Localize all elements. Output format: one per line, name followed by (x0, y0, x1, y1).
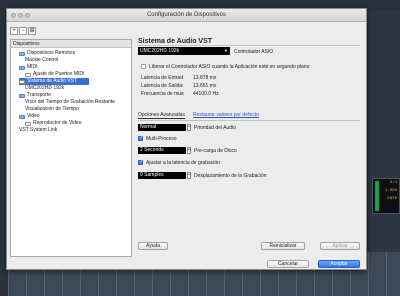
tree-item-label: Reproductor de Video (33, 120, 82, 126)
tree-item-label: Ajuste de Puertos MIDI (33, 71, 85, 77)
adjust-record-latency-label: Ajustar a la latencia de grabación (146, 160, 220, 166)
multiprocess-label: Multi-Proceso (146, 136, 177, 142)
device-tree-header: Dispositivos (11, 40, 131, 48)
document-icon (25, 72, 31, 77)
release-driver-label: Liberar el Controlador ASIO cuando la Ap… (149, 64, 310, 70)
shift-stepper[interactable]: ▴▾ (187, 172, 191, 179)
tree-item-label: MIDI (27, 64, 38, 70)
tree-item-label: Video (27, 113, 40, 119)
priority-stepper[interactable]: ▴▾ (187, 124, 191, 131)
output-latency-value: 13.651 ms (193, 83, 217, 89)
tree-item-label: UMC202HD 192k (25, 85, 65, 91)
output-latency-label: Latencia de Salida: (141, 83, 184, 89)
device-tree[interactable]: Dispositivos Dispositivos Remotos Mackie… (10, 39, 132, 257)
level-meter (375, 181, 379, 211)
help-button[interactable]: Ayuda (138, 242, 168, 250)
tree-item-mackie-control[interactable]: Mackie Control (25, 57, 58, 64)
chevron-down-icon: ▼ (224, 48, 228, 53)
add-device-button[interactable]: + (10, 27, 18, 35)
meter-label: ENTR (387, 197, 397, 201)
meter-position: 1.000 (384, 189, 397, 193)
divider (138, 45, 360, 46)
folder-icon (19, 51, 25, 56)
folder-icon (19, 65, 25, 70)
tree-item-vst-audio-system[interactable]: Sistema de Audio VST (19, 78, 89, 85)
tree-item-midi[interactable]: MIDI (19, 64, 38, 71)
disk-preload-select[interactable]: 2 Seconds (138, 147, 186, 154)
tree-item-umc202hd[interactable]: UMC202HD 192k (25, 85, 64, 92)
accept-button[interactable]: Aceptar (318, 260, 360, 268)
reset-button[interactable]: Reinicializar (261, 242, 305, 250)
cancel-button[interactable]: Cancelar (267, 260, 309, 268)
tree-item-label: Dispositivos Remotos (27, 50, 76, 56)
record-shift-input[interactable]: 0 Samples (138, 172, 186, 179)
tree-item-video-player[interactable]: Reproductor de Video (25, 120, 82, 127)
tab-advanced-options[interactable]: Opciones Avanzadas (138, 112, 185, 119)
panel-title: Sistema de Audio VST (138, 38, 213, 45)
adjust-record-latency-checkbox[interactable] (138, 159, 143, 165)
tree-item-transport[interactable]: Transporte (19, 92, 51, 99)
device-setup-dialog: Configuración de Dispositivos + − ⊞ Disp… (6, 8, 367, 270)
document-icon (25, 121, 31, 126)
tree-item-vst-system-link[interactable]: VST System Link (19, 127, 57, 134)
tree-item-label: Visor del Tiempo de Grabación Restante (25, 99, 115, 105)
apply-button[interactable]: Aplicar (320, 242, 360, 250)
tree-item-label: Mackie Control (25, 57, 59, 63)
tree-item-remote-devices[interactable]: Dispositivos Remotos (19, 50, 75, 57)
tree-item-label: VST System Link (19, 127, 58, 133)
meter-signature: 4/4 (389, 181, 397, 185)
tree-item-label: Sistema de Audio VST (27, 78, 78, 84)
multiprocess-checkbox[interactable] (138, 135, 143, 141)
remove-device-button[interactable]: − (19, 27, 27, 35)
asio-driver-select[interactable]: UMC202HD 192k ▼ (138, 47, 230, 55)
disk-preload-label: Pre-carga de Disco (194, 148, 237, 154)
folder-icon (19, 114, 25, 119)
sample-rate-label: Frecuencia de mue (141, 91, 184, 97)
sample-rate-value: 44100.0 Hz (193, 91, 219, 97)
document-icon (19, 79, 25, 84)
input-latency-label: Latencia de Entrad (141, 75, 183, 81)
input-latency-value: 13.878 ms (193, 75, 217, 81)
tree-item-midi-ports[interactable]: Ajuste de Puertos MIDI (25, 71, 84, 78)
audio-priority-label: Prioridad del Audio (194, 125, 236, 131)
asio-driver-label: Controlador ASIO (234, 49, 274, 55)
asio-driver-value: UMC202HD 192k (140, 48, 180, 54)
tree-item-time-display[interactable]: Visualización de Tiempo (25, 106, 79, 113)
release-driver-checkbox[interactable] (141, 64, 146, 69)
tree-item-label: Transporte (27, 92, 51, 98)
tree-item-remaining-rec-time[interactable]: Visor del Tiempo de Grabación Restante (25, 99, 115, 106)
record-shift-label: Desplazamiento de la Grabación (194, 173, 267, 179)
folder-icon (19, 93, 25, 98)
tree-item-video[interactable]: Video (19, 113, 40, 120)
tree-item-label: Visualización de Tiempo (25, 106, 79, 112)
restore-defaults-link[interactable]: Restaurar valores por defecto (193, 112, 259, 118)
divider (138, 120, 360, 121)
preload-stepper[interactable]: ▴▾ (187, 147, 191, 154)
dialog-title: Configuración de Dispositivos (146, 12, 227, 18)
audio-priority-select[interactable]: Normal (138, 124, 186, 131)
reset-device-button[interactable]: ⊞ (28, 27, 36, 35)
transport-meter: 4/4 1.000 ENTR (372, 178, 400, 214)
dialog-titlebar: Configuración de Dispositivos (7, 9, 366, 22)
